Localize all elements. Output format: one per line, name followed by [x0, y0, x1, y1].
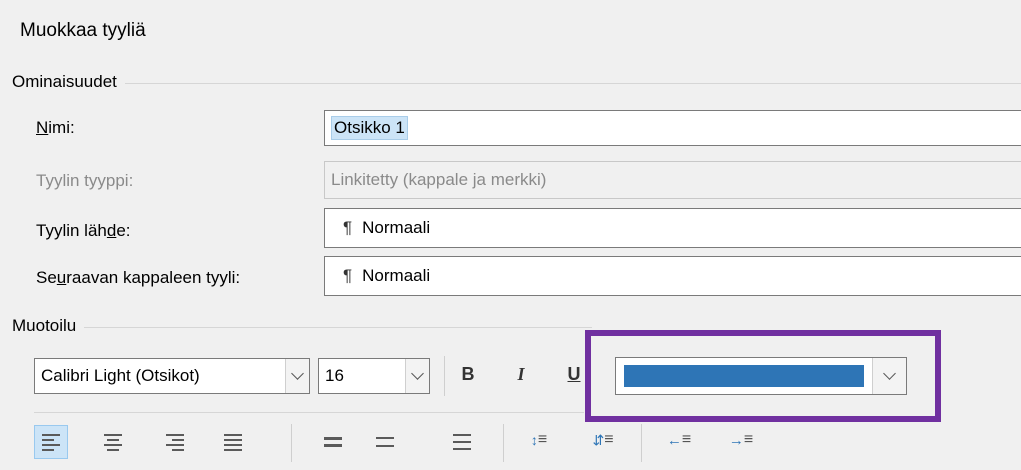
- font-value: Calibri Light (Otsikot): [41, 366, 200, 385]
- properties-group-label: Ominaisuudet: [12, 72, 125, 92]
- formatting-divider: [12, 327, 592, 328]
- toolbar-separator: [444, 356, 445, 396]
- formatting-group-label: Muotoilu: [12, 316, 85, 336]
- increase-indent-icon[interactable]: → ≡: [724, 423, 758, 457]
- font-size-dropdown-button[interactable]: [405, 359, 429, 393]
- next-style-value: Normaali: [362, 266, 431, 285]
- font-color-swatch: [624, 365, 864, 387]
- name-field-value: Otsikko 1: [331, 116, 408, 140]
- align-right-icon[interactable]: [158, 425, 192, 459]
- one-half-spacing-icon[interactable]: [368, 425, 402, 459]
- decrease-paragraph-spacing-icon[interactable]: ⇵ ≡: [586, 423, 620, 457]
- pilcrow-icon: ¶: [343, 266, 353, 285]
- next-style-label: Seuraavan kappaleen tyyli:: [36, 268, 241, 287]
- italic-button[interactable]: I: [508, 364, 534, 385]
- style-type-value: Linkitetty (kappale ja merkki): [331, 170, 547, 189]
- single-spacing-icon[interactable]: [316, 425, 350, 459]
- formatting-row-divider: [34, 412, 584, 413]
- style-based-on-label: Tyylin lähde:: [36, 221, 131, 240]
- toolbar-separator: [503, 424, 504, 462]
- chevron-down-icon: [883, 367, 896, 380]
- align-center-icon[interactable]: [96, 425, 130, 459]
- decrease-indent-icon[interactable]: ← ≡: [662, 423, 696, 457]
- style-type-label: Tyylin tyyppi:: [36, 171, 134, 190]
- font-combo[interactable]: Calibri Light (Otsikot): [34, 358, 310, 394]
- dialog-title: Muokkaa tyyliä: [20, 20, 146, 41]
- font-size-value: 16: [325, 366, 344, 385]
- name-label: Nimi:: [36, 118, 75, 137]
- style-based-on-value: Normaali: [362, 218, 431, 237]
- bold-button[interactable]: B: [455, 364, 481, 385]
- next-style-select[interactable]: ¶ Normaali: [324, 256, 1021, 296]
- increase-paragraph-spacing-icon[interactable]: ↕ ≡: [522, 423, 556, 457]
- align-left-icon[interactable]: [34, 425, 68, 459]
- properties-divider: [12, 83, 1021, 84]
- justify-icon[interactable]: [216, 425, 250, 459]
- underline-button[interactable]: U: [561, 364, 587, 385]
- pilcrow-icon: ¶: [343, 218, 353, 237]
- chevron-down-icon: [411, 367, 424, 380]
- font-dropdown-button[interactable]: [285, 359, 309, 393]
- double-spacing-icon[interactable]: [445, 425, 479, 459]
- style-type-select: Linkitetty (kappale ja merkki): [324, 161, 1021, 199]
- font-color-picker[interactable]: [615, 357, 907, 395]
- toolbar-separator: [291, 424, 292, 462]
- font-color-dropdown-button[interactable]: [872, 358, 906, 394]
- font-size-combo[interactable]: 16: [318, 358, 430, 394]
- toolbar-separator: [641, 424, 642, 462]
- style-based-on-select[interactable]: ¶ Normaali: [324, 208, 1021, 248]
- name-field[interactable]: Otsikko 1: [324, 110, 1021, 146]
- chevron-down-icon: [291, 367, 304, 380]
